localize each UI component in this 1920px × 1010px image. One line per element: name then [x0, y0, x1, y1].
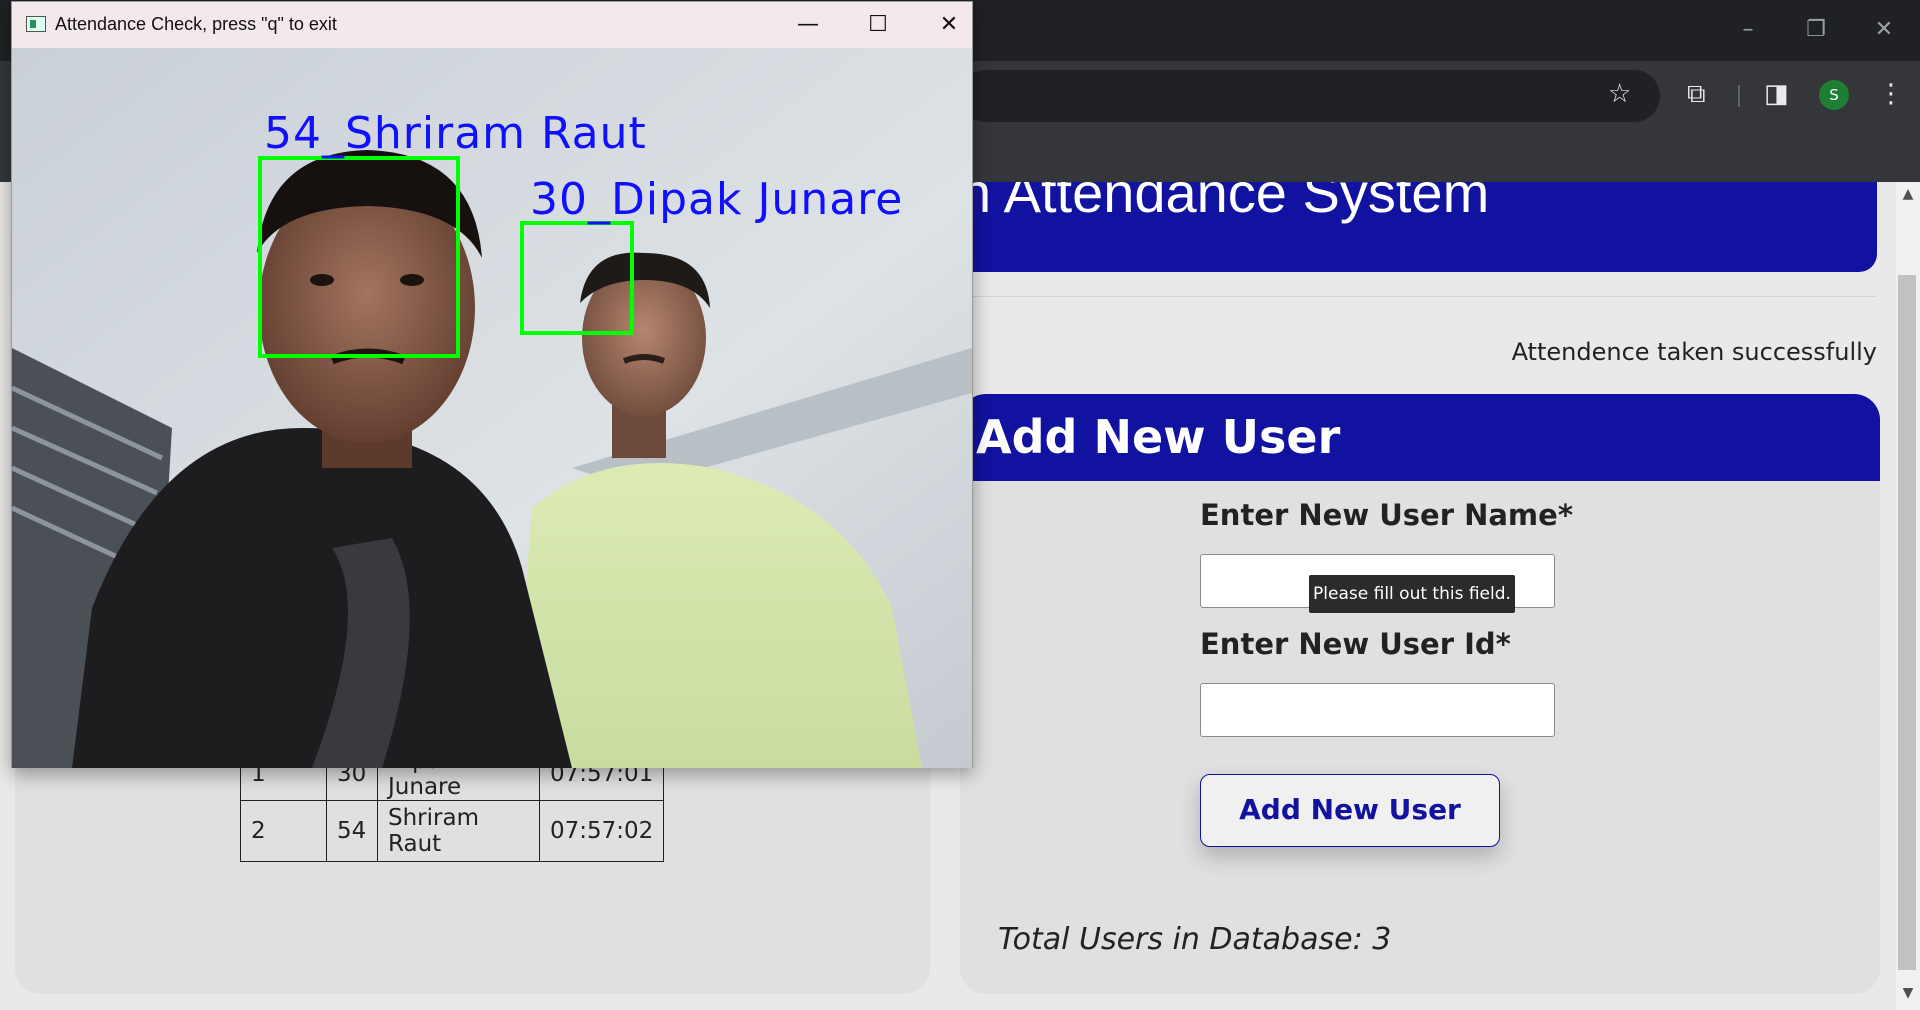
minimize-icon: –	[1742, 17, 1754, 42]
browser-close-button[interactable]: ✕	[1858, 10, 1910, 50]
close-icon: ✕	[939, 12, 959, 37]
browser-minimize-button[interactable]: –	[1722, 10, 1774, 50]
camera-window-title-bar[interactable]: Attendance Check, press "q" to exit — ☐ …	[12, 2, 972, 48]
app-icon	[26, 16, 46, 32]
table-row: 2 54 Shriram Raut 07:57:02	[240, 800, 665, 862]
toolbar-divider	[1738, 85, 1740, 107]
table-cell: 2	[240, 800, 327, 862]
browser-menu-icon[interactable]: ⋮	[1878, 79, 1904, 109]
side-panel-icon[interactable]: ◨	[1764, 79, 1789, 109]
table-cell: 07:57:02	[538, 800, 665, 862]
close-icon: ✕	[1874, 17, 1894, 42]
restore-icon: ❐	[1806, 17, 1826, 42]
add-user-heading: Add New User	[976, 410, 1341, 464]
user-id-input[interactable]	[1200, 683, 1555, 737]
camera-frame: 54_Shriram Raut 30_Dipak Junare	[12, 48, 972, 768]
page-title-banner: n Attendance System	[960, 182, 1877, 272]
camera-window-title: Attendance Check, press "q" to exit	[55, 14, 337, 34]
scroll-down-arrow-icon[interactable]: ▼	[1898, 985, 1918, 1001]
camera-close-button[interactable]: ✕	[924, 10, 974, 40]
camera-maximize-button[interactable]: ☐	[853, 10, 903, 40]
user-id-label: Enter New User Id*	[1200, 627, 1511, 661]
bookmark-star-icon[interactable]: ☆	[1608, 79, 1631, 109]
minimize-icon: —	[797, 12, 819, 37]
face-label-shriram: 54_Shriram Raut	[264, 108, 647, 159]
browser-restore-button[interactable]: ❐	[1790, 10, 1842, 50]
face-label-dipak: 30_Dipak Junare	[530, 174, 904, 225]
camera-minimize-button[interactable]: —	[783, 10, 833, 40]
table-cell: Shriram Raut	[377, 800, 540, 862]
page-title: n Attendance System	[960, 182, 1490, 224]
add-new-user-button[interactable]: Add New User	[1200, 774, 1500, 847]
divider	[960, 296, 1877, 297]
add-user-header: Add New User	[960, 394, 1880, 481]
table-cell: 54	[326, 800, 378, 862]
scroll-up-arrow-icon[interactable]: ▲	[1898, 186, 1918, 202]
total-users-text: Total Users in Database: 3	[998, 922, 1392, 957]
extensions-icon[interactable]: ⧉	[1687, 79, 1706, 109]
attendance-camera-window[interactable]: Attendance Check, press "q" to exit — ☐ …	[11, 1, 973, 768]
user-name-label: Enter New User Name*	[1200, 498, 1573, 532]
maximize-icon: ☐	[868, 12, 888, 37]
validation-tooltip: Please fill out this field.	[1309, 575, 1515, 613]
scrollbar-thumb[interactable]	[1898, 275, 1916, 970]
address-bar[interactable]	[960, 70, 1660, 122]
success-message: Attendence taken successfully	[1511, 338, 1877, 366]
profile-avatar[interactable]: S	[1819, 80, 1849, 110]
